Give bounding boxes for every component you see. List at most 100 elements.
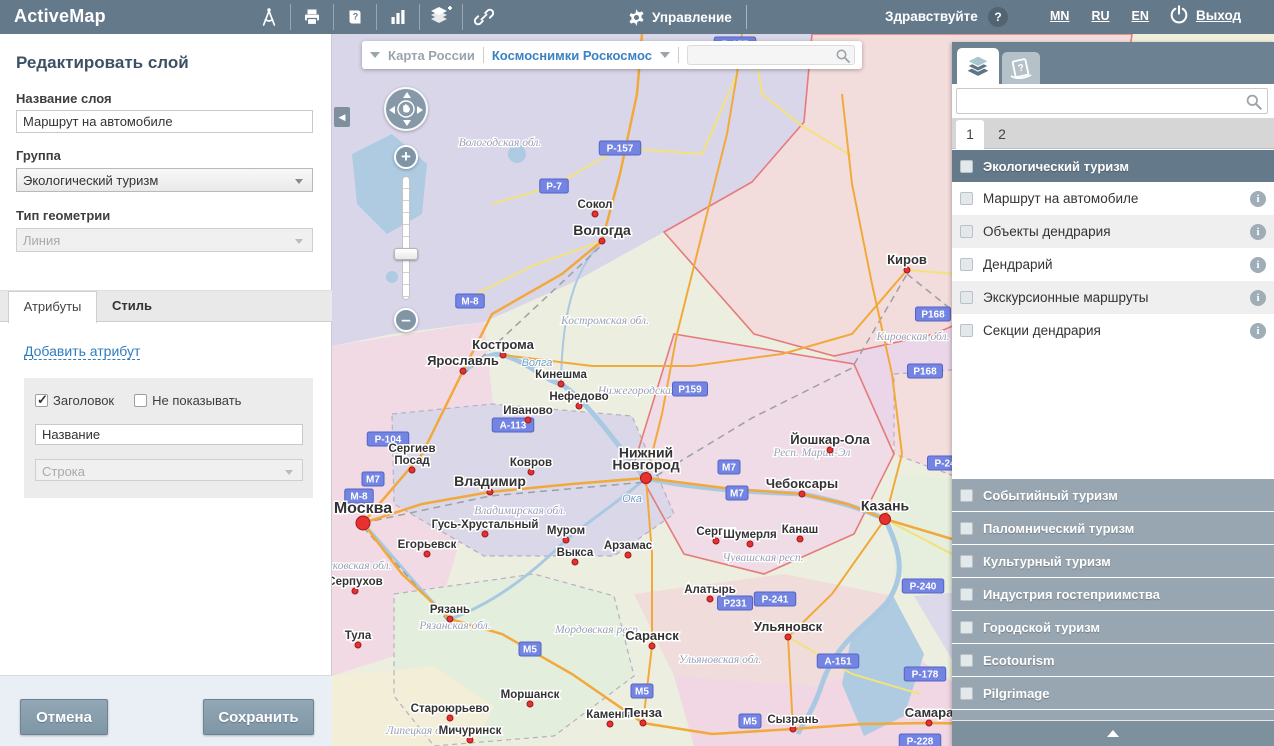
city-label: Сызрань bbox=[767, 714, 818, 726]
layer-group-header[interactable]: Экологический туризм bbox=[952, 150, 1274, 182]
layer-row[interactable]: Маршрут на автомобилеi bbox=[952, 182, 1274, 215]
layer-row[interactable]: Объекты дендрарияi bbox=[952, 215, 1274, 248]
book-help-icon: ? bbox=[345, 7, 365, 27]
group-header-collapsed[interactable]: Ecotourism bbox=[952, 644, 1274, 677]
tab-attributes[interactable]: Атрибуты bbox=[8, 291, 97, 323]
add-layer-button[interactable] bbox=[420, 0, 462, 34]
pan-left-icon[interactable] bbox=[389, 106, 395, 114]
layer-checkbox[interactable] bbox=[960, 324, 973, 337]
city-dot bbox=[797, 536, 803, 542]
lang-link-ru[interactable]: RU bbox=[1091, 9, 1109, 23]
info-icon[interactable]: i bbox=[1250, 191, 1266, 207]
title-checkbox[interactable] bbox=[35, 394, 48, 407]
svg-text:М-8: М-8 bbox=[461, 297, 479, 308]
city-dot bbox=[904, 267, 910, 273]
city-dot bbox=[799, 491, 805, 497]
logout-button[interactable]: Выход bbox=[1168, 4, 1241, 26]
group-header-collapsed[interactable]: Культурный туризм bbox=[952, 545, 1274, 578]
pan-down-icon[interactable] bbox=[403, 120, 411, 126]
zoom-slider-track[interactable] bbox=[402, 176, 410, 300]
svg-text:М5: М5 bbox=[523, 645, 537, 656]
group-checkbox[interactable] bbox=[960, 687, 973, 700]
city-dot bbox=[827, 447, 833, 453]
attribute-name-input[interactable] bbox=[35, 424, 303, 445]
group-header-collapsed[interactable]: Pilgrimage bbox=[952, 677, 1274, 710]
add-attribute-link[interactable]: Добавить атрибут bbox=[24, 343, 140, 360]
zoom-out-button[interactable]: – bbox=[394, 308, 418, 332]
tab-layers[interactable] bbox=[957, 48, 999, 84]
layer-row[interactable]: Секции дендрарияi bbox=[952, 314, 1274, 347]
group-header-collapsed[interactable]: Событийный туризм bbox=[952, 479, 1274, 512]
help-button[interactable]: ? bbox=[988, 7, 1008, 27]
lang-link-en[interactable]: EN bbox=[1132, 9, 1149, 23]
group-checkbox[interactable] bbox=[960, 588, 973, 601]
search-icon[interactable] bbox=[835, 48, 851, 64]
city-label: Канаш bbox=[782, 524, 818, 536]
page-tab-2[interactable]: 2 bbox=[988, 120, 1016, 149]
pan-control[interactable] bbox=[384, 87, 428, 131]
tab-legend[interactable]: ? bbox=[1002, 52, 1040, 84]
page-tab-1[interactable]: 1 bbox=[956, 120, 984, 149]
activemap-chevron-icon[interactable] bbox=[660, 52, 670, 58]
basemap-chevron-icon[interactable] bbox=[370, 52, 380, 58]
layers-panel-header: ? bbox=[952, 42, 1274, 84]
panel-collapse-bar[interactable] bbox=[952, 720, 1274, 746]
layer-checkbox[interactable] bbox=[960, 291, 973, 304]
layer-checkbox[interactable] bbox=[960, 192, 973, 205]
region-label: Ульяновская обл. bbox=[679, 654, 761, 666]
search-icon[interactable] bbox=[1245, 93, 1263, 111]
zoom-slider-handle[interactable] bbox=[394, 248, 418, 260]
group-checkbox[interactable] bbox=[960, 654, 973, 667]
hide-checkbox[interactable] bbox=[134, 394, 147, 407]
group-header-collapsed[interactable]: Индустрия гостеприимства bbox=[952, 578, 1274, 611]
print-button[interactable] bbox=[291, 0, 333, 34]
basemap-name[interactable]: Карта России bbox=[388, 48, 475, 63]
pan-right-icon[interactable] bbox=[417, 106, 423, 114]
info-icon[interactable]: i bbox=[1250, 323, 1266, 339]
svg-text:Р-178: Р-178 bbox=[912, 670, 939, 681]
tab-style[interactable]: Стиль bbox=[112, 291, 152, 323]
map-search-input[interactable] bbox=[688, 46, 854, 64]
svg-text:?: ? bbox=[1017, 62, 1025, 74]
geometry-type-select: Линия bbox=[16, 228, 313, 252]
layer-search-row bbox=[952, 84, 1274, 118]
group-header-collapsed[interactable]: Паломнический туризм bbox=[952, 512, 1274, 545]
share-link-button[interactable] bbox=[463, 0, 505, 34]
group-checkbox[interactable] bbox=[960, 621, 973, 634]
group-header-collapsed[interactable]: Городской туризм bbox=[952, 611, 1274, 644]
group-checkbox[interactable] bbox=[960, 160, 973, 173]
layer-checkbox[interactable] bbox=[960, 258, 973, 271]
region-label: Кировская обл. bbox=[876, 331, 950, 343]
statistics-button[interactable] bbox=[377, 0, 419, 34]
cancel-button[interactable]: Отмена bbox=[20, 699, 108, 735]
group-checkbox[interactable] bbox=[960, 555, 973, 568]
city-label: Пенза bbox=[624, 705, 663, 720]
layer-search-input[interactable] bbox=[957, 89, 1267, 113]
active-map-name[interactable]: Космоснимки Роскосмос bbox=[492, 48, 652, 63]
info-icon[interactable]: i bbox=[1250, 290, 1266, 306]
layer-row[interactable]: Дендрарийi bbox=[952, 248, 1274, 281]
pan-up-icon[interactable] bbox=[403, 92, 411, 98]
layer-checkbox[interactable] bbox=[960, 225, 973, 238]
layer-row[interactable]: Экскурсионные маршрутыi bbox=[952, 281, 1274, 314]
city-dot bbox=[460, 368, 466, 374]
hide-checkbox-label: Не показывать bbox=[152, 393, 241, 408]
save-button[interactable]: Сохранить bbox=[203, 699, 314, 735]
info-icon[interactable]: i bbox=[1250, 224, 1266, 240]
info-icon[interactable]: i bbox=[1250, 257, 1266, 273]
city-dot bbox=[527, 701, 533, 707]
city-dot bbox=[926, 720, 932, 726]
group-select[interactable]: Экологический туризм bbox=[16, 168, 313, 192]
group-checkbox[interactable] bbox=[960, 489, 973, 502]
layer-name-input[interactable] bbox=[16, 110, 313, 133]
lang-link-mn[interactable]: MN bbox=[1050, 9, 1069, 23]
group-checkbox[interactable] bbox=[960, 522, 973, 535]
zoom-in-button[interactable]: + bbox=[394, 145, 418, 169]
city-label: Мичуринск bbox=[439, 725, 502, 737]
panel-collapse-handle[interactable]: ◀ bbox=[334, 107, 350, 127]
city-dot bbox=[356, 516, 370, 530]
measure-tool-button[interactable] bbox=[248, 0, 290, 34]
guide-button[interactable]: ? bbox=[334, 0, 376, 34]
management-label: Управление bbox=[652, 10, 732, 25]
management-button[interactable]: Управление bbox=[618, 0, 742, 34]
